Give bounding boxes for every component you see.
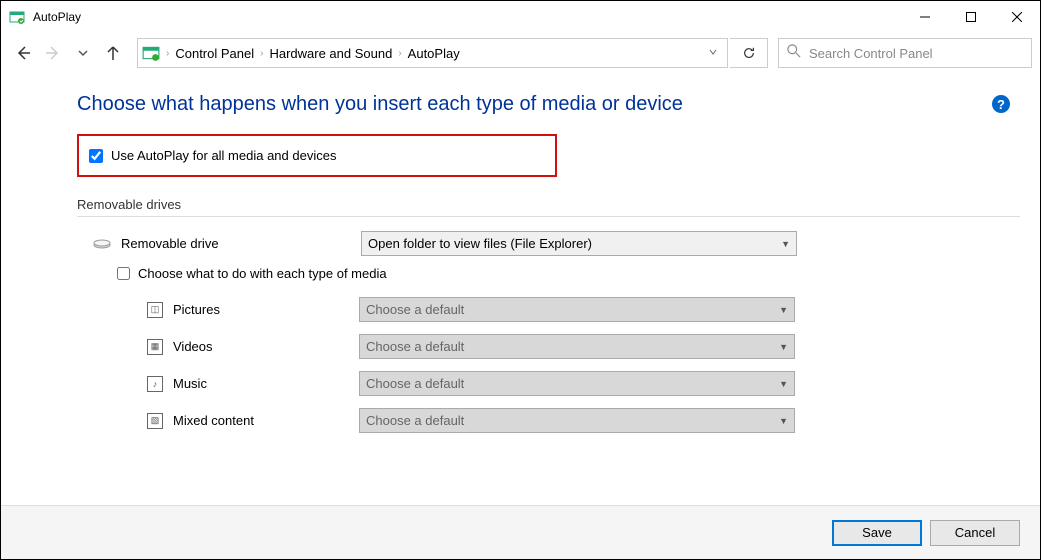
drive-icon <box>93 235 111 253</box>
forward-button[interactable] <box>39 39 67 67</box>
title-bar: AutoPlay <box>1 1 1040 33</box>
address-bar[interactable]: › Control Panel › Hardware and Sound › A… <box>137 38 728 68</box>
window-icon <box>9 9 25 25</box>
media-row-mixed: ▧ Mixed content Choose a default ▼ <box>147 408 1020 433</box>
highlight-box: Use AutoPlay for all media and devices <box>77 134 557 177</box>
videos-icon: ▦ <box>147 339 163 355</box>
save-button[interactable]: Save <box>832 520 922 546</box>
section-removable-title: Removable drives <box>77 197 1020 212</box>
music-icon: ♪ <box>147 376 163 392</box>
media-row-videos: ▦ Videos Choose a default ▼ <box>147 334 1020 359</box>
close-button[interactable] <box>994 1 1040 33</box>
footer: Save Cancel <box>1 505 1040 559</box>
pictures-icon: ◫ <box>147 302 163 318</box>
choose-media-type-checkbox-row[interactable]: Choose what to do with each type of medi… <box>117 266 1020 281</box>
choose-media-type-label: Choose what to do with each type of medi… <box>138 266 387 281</box>
up-button[interactable] <box>99 39 127 67</box>
chevron-right-icon[interactable]: › <box>398 48 401 59</box>
chevron-right-icon[interactable]: › <box>166 48 169 59</box>
use-autoplay-checkbox-row[interactable]: Use AutoPlay for all media and devices <box>89 148 545 163</box>
music-select[interactable]: Choose a default ▼ <box>359 371 795 396</box>
minimize-button[interactable] <box>902 1 948 33</box>
recent-dropdown[interactable] <box>69 39 97 67</box>
use-autoplay-label: Use AutoPlay for all media and devices <box>111 148 336 163</box>
chevron-down-icon: ▼ <box>779 342 788 352</box>
breadcrumb: › Control Panel › Hardware and Sound › A… <box>166 46 703 61</box>
media-row-pictures: ◫ Pictures Choose a default ▼ <box>147 297 1020 322</box>
window-title: AutoPlay <box>33 10 902 24</box>
maximize-button[interactable] <box>948 1 994 33</box>
removable-drive-select[interactable]: Open folder to view files (File Explorer… <box>361 231 797 256</box>
content-scroll[interactable]: ? Choose what happens when you insert ea… <box>1 73 1040 505</box>
mixed-select[interactable]: Choose a default ▼ <box>359 408 795 433</box>
address-dropdown[interactable] <box>703 44 723 62</box>
chevron-down-icon: ▼ <box>779 416 788 426</box>
use-autoplay-checkbox[interactable] <box>89 149 103 163</box>
removable-drive-row: Removable drive Open folder to view file… <box>77 231 1020 256</box>
breadcrumb-item[interactable]: AutoPlay <box>408 46 460 61</box>
media-label: Pictures <box>173 302 359 317</box>
chevron-right-icon[interactable]: › <box>260 48 263 59</box>
removable-drive-label: Removable drive <box>121 236 361 251</box>
chevron-down-icon: ▼ <box>779 379 788 389</box>
page-heading: Choose what happens when you insert each… <box>77 93 1020 116</box>
media-label: Videos <box>173 339 359 354</box>
mixed-content-icon: ▧ <box>147 413 163 429</box>
address-icon <box>142 44 160 62</box>
choose-media-type-checkbox[interactable] <box>117 267 130 280</box>
search-icon <box>787 44 801 63</box>
chevron-down-icon: ▼ <box>781 239 790 249</box>
divider <box>77 216 1020 217</box>
videos-select[interactable]: Choose a default ▼ <box>359 334 795 359</box>
refresh-button[interactable] <box>730 38 768 68</box>
media-label: Music <box>173 376 359 391</box>
cancel-button[interactable]: Cancel <box>930 520 1020 546</box>
chevron-down-icon: ▼ <box>779 305 788 315</box>
media-row-music: ♪ Music Choose a default ▼ <box>147 371 1020 396</box>
search-input[interactable] <box>809 46 1023 61</box>
breadcrumb-item[interactable]: Control Panel <box>175 46 254 61</box>
back-button[interactable] <box>9 39 37 67</box>
help-icon[interactable]: ? <box>992 95 1010 113</box>
media-label: Mixed content <box>173 413 359 428</box>
nav-bar: › Control Panel › Hardware and Sound › A… <box>1 33 1040 73</box>
pictures-select[interactable]: Choose a default ▼ <box>359 297 795 322</box>
breadcrumb-item[interactable]: Hardware and Sound <box>269 46 392 61</box>
search-box[interactable] <box>778 38 1032 68</box>
